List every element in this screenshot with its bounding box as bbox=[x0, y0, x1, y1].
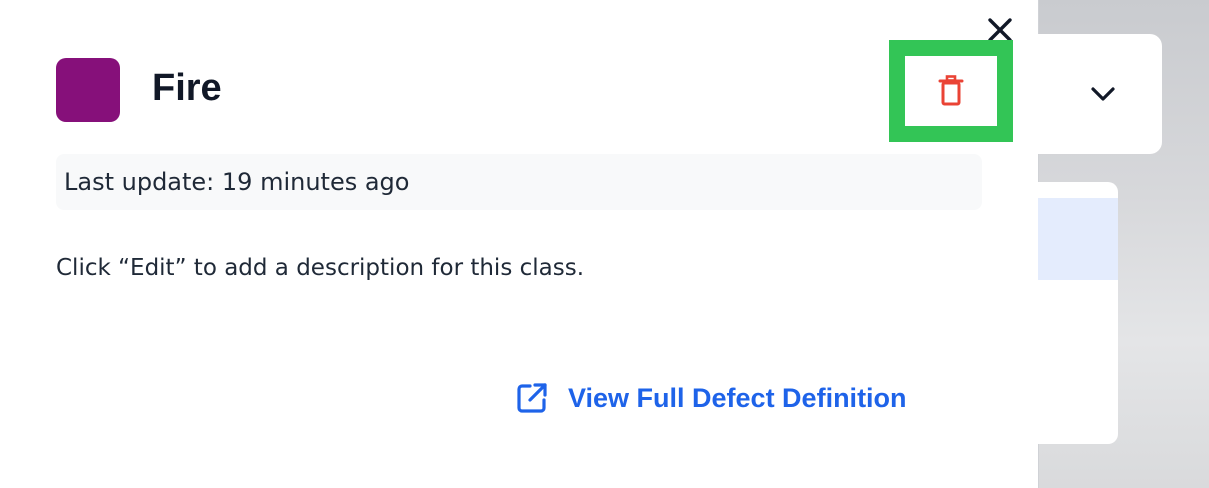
screen: Fire Last update: 19 minutes ago Click “… bbox=[0, 0, 1209, 488]
delete-button[interactable] bbox=[905, 56, 997, 126]
last-update-box: Last update: 19 minutes ago bbox=[56, 154, 982, 210]
last-update-text: Last update: 19 minutes ago bbox=[64, 168, 410, 196]
chevron-down-icon bbox=[1091, 87, 1115, 101]
class-title: Fire bbox=[152, 67, 222, 109]
trash-icon bbox=[938, 75, 964, 106]
background-dropdown[interactable] bbox=[1022, 34, 1162, 154]
class-description: Click “Edit” to add a description for th… bbox=[56, 255, 585, 281]
class-color-swatch bbox=[56, 58, 120, 122]
view-full-definition-label: View Full Defect Definition bbox=[568, 382, 907, 413]
external-link-icon bbox=[517, 383, 547, 413]
view-full-definition-link[interactable]: View Full Defect Definition bbox=[514, 378, 907, 418]
class-detail-drawer: Fire Last update: 19 minutes ago Click “… bbox=[0, 0, 1038, 488]
